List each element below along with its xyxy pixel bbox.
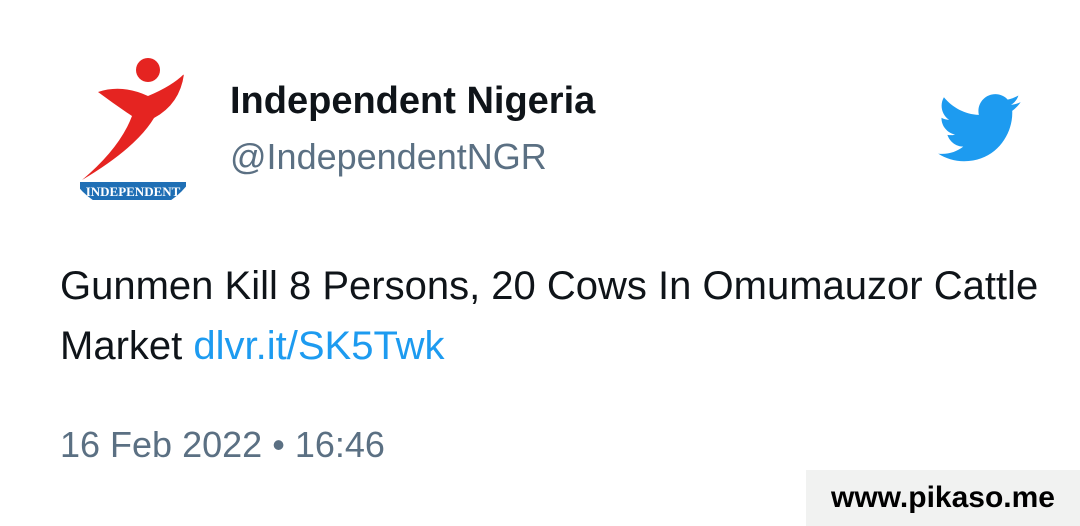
independent-logo-icon: INDEPENDENT [80, 58, 186, 200]
tweet-text: Gunmen Kill 8 Persons, 20 Cows In Omumau… [60, 256, 1040, 376]
meta-separator: • [272, 424, 285, 465]
tweet-time: 16:46 [294, 424, 385, 465]
tweet-link[interactable]: dlvr.it/SK5Twk [193, 324, 444, 368]
twitter-bird-icon [938, 94, 1022, 164]
svg-text:INDEPENDENT: INDEPENDENT [86, 184, 181, 199]
watermark-badge: www.pikaso.me [806, 470, 1080, 526]
watermark-text: www.pikaso.me [831, 481, 1055, 514]
tweet-timestamp[interactable]: 16 Feb 2022 • 16:46 [60, 424, 385, 466]
avatar[interactable]: INDEPENDENT [62, 52, 202, 212]
author-name[interactable]: Independent Nigeria [230, 80, 595, 123]
tweet-date: 16 Feb 2022 [60, 424, 263, 465]
author-handle[interactable]: @IndependentNGR [230, 136, 547, 178]
